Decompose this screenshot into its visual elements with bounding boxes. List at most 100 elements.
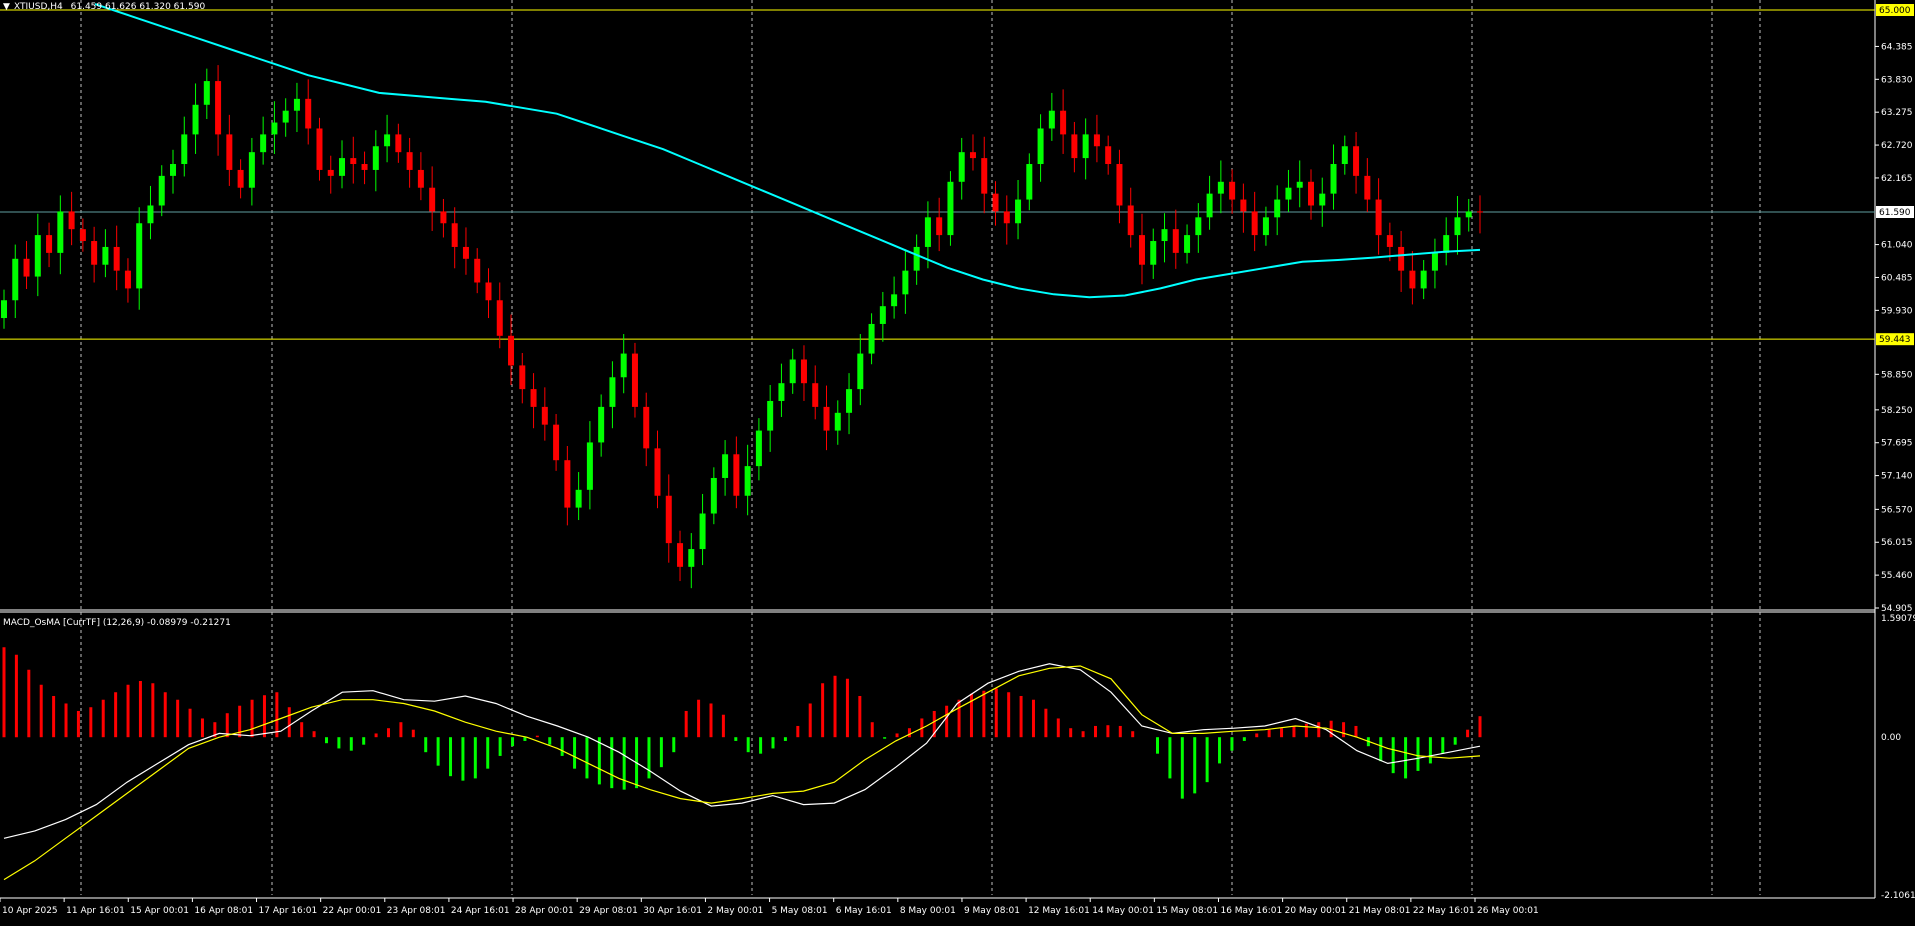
- time-tick-label: 21 May 08:01: [1349, 906, 1411, 916]
- candle-body: [519, 365, 526, 390]
- candle-body: [981, 158, 988, 194]
- candle-body: [271, 122, 278, 135]
- candle-body: [1150, 241, 1157, 265]
- candle-body: [406, 152, 413, 170]
- candle-body: [305, 98, 312, 129]
- candle-body: [1262, 217, 1269, 236]
- candle-body: [677, 543, 684, 567]
- candle-body: [1127, 205, 1134, 236]
- candle-body: [1206, 193, 1213, 218]
- candle-body: [541, 406, 548, 425]
- candle-body: [654, 448, 661, 496]
- candle-body: [1138, 235, 1145, 265]
- price-tick-label: 58.250: [1881, 406, 1913, 416]
- candle-body: [958, 152, 965, 182]
- price-tick-label: 58.850: [1881, 370, 1913, 380]
- time-tick-label: 20 May 00:01: [1285, 906, 1347, 916]
- candle-body: [113, 246, 120, 271]
- moving-average: [94, 3, 1481, 299]
- candle-body: [237, 169, 244, 188]
- time-tick-label: 22 May 16:01: [1413, 906, 1475, 916]
- ohlc-values: 61.459 61.626 61.320 61.590: [71, 2, 206, 12]
- price-tag: 65.000: [1879, 6, 1911, 16]
- time-tick-label: 24 Apr 16:01: [451, 906, 510, 916]
- candle-body: [327, 169, 334, 176]
- price-tick-label: 55.460: [1881, 571, 1913, 581]
- price-axis: 65.000 61.590 59.443 64.385 63.830 63.275 62.7…: [1875, 4, 1915, 901]
- collapse-icon[interactable]: ▼: [3, 2, 10, 12]
- candle-body: [485, 282, 492, 301]
- candle-body: [1296, 181, 1303, 188]
- candle-body: [755, 430, 762, 467]
- time-tick-label: 15 May 08:01: [1156, 906, 1218, 916]
- candle-body: [699, 513, 706, 550]
- candle-body: [260, 134, 267, 153]
- candle-body: [1431, 252, 1438, 271]
- price-tick-label: 56.015: [1881, 538, 1913, 548]
- signal-line: [3, 665, 1481, 881]
- candle-body: [857, 353, 864, 390]
- candle-body: [1093, 134, 1100, 147]
- macd-tick-label: -2.1061: [1881, 891, 1915, 901]
- candle-body: [1341, 146, 1348, 165]
- candle-body: [496, 300, 503, 336]
- macd-tick-label: 1.59079: [1881, 614, 1915, 624]
- candle-body: [440, 211, 447, 224]
- candle-body: [1465, 211, 1472, 218]
- candle-body: [508, 335, 515, 366]
- candle-body: [1364, 175, 1371, 200]
- candle-body: [1398, 246, 1405, 271]
- candle-body: [1026, 164, 1033, 200]
- ma-line: [94, 3, 1481, 299]
- trading-chart[interactable]: 65.000 61.590 59.443 64.385 63.830 63.275 62.7…: [0, 0, 1915, 922]
- candle-body: [23, 258, 30, 277]
- price-tick-label: 61.040: [1881, 241, 1913, 251]
- candle-body: [1172, 229, 1179, 253]
- candle-body: [429, 187, 436, 212]
- candle-body: [1420, 270, 1427, 289]
- candle-body: [282, 110, 289, 123]
- candle-body: [1319, 193, 1326, 206]
- candle-body: [812, 383, 819, 407]
- candle-body: [147, 205, 154, 224]
- chart-canvas[interactable]: 65.000 61.590 59.443 64.385 63.830 63.275 62.7…: [0, 0, 1915, 922]
- candle-body: [316, 128, 323, 170]
- candle-body: [564, 460, 571, 508]
- price-tag: 61.590: [1879, 208, 1911, 218]
- candle-body: [789, 359, 796, 384]
- candle-body: [203, 81, 210, 105]
- time-tick-label: 5 May 08:01: [772, 906, 828, 916]
- price-tag: 59.443: [1879, 335, 1911, 345]
- time-tick-label: 17 Apr 16:01: [259, 906, 318, 916]
- candle-body: [936, 217, 943, 236]
- candle-body: [530, 389, 537, 407]
- candle-body: [800, 359, 807, 384]
- time-tick-label: 22 Apr 00:01: [323, 906, 382, 916]
- price-tick-label: 63.830: [1881, 75, 1913, 85]
- candle-body: [992, 193, 999, 212]
- candle-body: [733, 454, 740, 496]
- time-tick-label: 6 May 16:01: [836, 906, 892, 916]
- candle-body: [79, 229, 86, 242]
- macd-histogram: [2, 647, 1482, 799]
- candle-body: [462, 246, 469, 259]
- candle-body: [1285, 187, 1292, 200]
- candle-body: [891, 294, 898, 307]
- candle-body: [181, 134, 188, 165]
- candle-body: [293, 98, 300, 111]
- candle-body: [553, 424, 560, 461]
- candle-body: [124, 270, 131, 289]
- grid-layer: [0, 0, 1876, 899]
- time-tick-label: 23 Apr 08:01: [387, 906, 446, 916]
- price-tick-label: 63.275: [1881, 108, 1913, 118]
- candle-body: [598, 406, 605, 443]
- candle-body: [913, 246, 920, 271]
- candle-body: [395, 134, 402, 153]
- price-tick-label: 60.485: [1881, 273, 1913, 283]
- candle-body: [417, 169, 424, 188]
- candle-body: [451, 223, 458, 247]
- candle-body: [586, 442, 593, 490]
- candle-body: [1375, 199, 1382, 236]
- candle-body: [192, 104, 199, 135]
- candle-body: [969, 152, 976, 159]
